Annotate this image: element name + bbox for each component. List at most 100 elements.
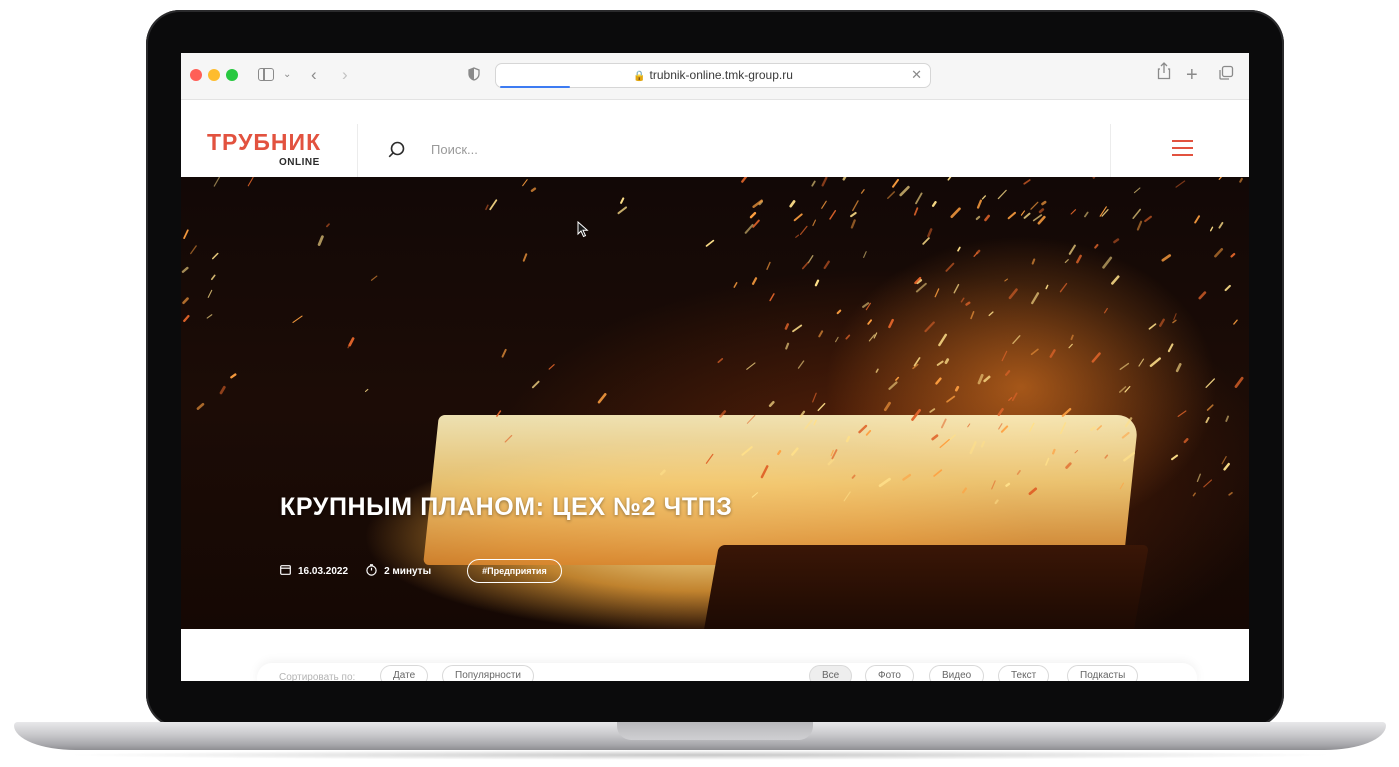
lock-icon: 🔒 (633, 71, 646, 82)
spark (1037, 215, 1046, 225)
share-icon[interactable] (1157, 62, 1171, 86)
spark (181, 266, 189, 273)
spark (219, 385, 226, 395)
spark (929, 408, 936, 413)
spark (843, 491, 851, 502)
article-tag[interactable]: #Предприятия (467, 559, 562, 583)
filter-all-chip[interactable]: Все (809, 665, 853, 681)
sort-by-popularity-chip[interactable]: Популярности (442, 665, 535, 681)
spark (751, 277, 758, 285)
spark (977, 373, 984, 385)
spark (210, 274, 216, 281)
forward-icon[interactable]: › (342, 63, 348, 87)
site-logo[interactable]: ТРУБНИК (207, 129, 321, 156)
chevron-down-icon[interactable]: ⌄ (283, 63, 291, 87)
spark (973, 252, 978, 257)
spark (924, 321, 935, 333)
spark (962, 487, 967, 494)
spark (812, 219, 817, 227)
spark (1172, 319, 1177, 324)
spark (797, 360, 805, 369)
spark (1001, 350, 1008, 362)
spark (1064, 259, 1069, 264)
spark (845, 334, 851, 340)
spark (1224, 284, 1231, 292)
filter-video-chip[interactable]: Видео (929, 665, 985, 681)
close-icon[interactable]: ✕ (911, 67, 922, 83)
spark (845, 435, 851, 443)
spark (1192, 492, 1196, 497)
spark (1223, 462, 1230, 471)
spark (969, 441, 977, 455)
spark (933, 469, 943, 477)
spark (213, 177, 221, 187)
tabs-overview-icon[interactable] (1218, 64, 1234, 88)
spark (1203, 479, 1213, 488)
spark (1205, 416, 1210, 424)
article-title[interactable]: КРУПНЫМ ПЛАНОМ: ЦЕХ №2 ЧТПЗ (280, 493, 733, 522)
spark (1068, 343, 1073, 349)
timer-icon (366, 563, 377, 579)
spark (842, 177, 847, 181)
spark (863, 251, 867, 258)
new-tab-icon[interactable]: + (1186, 63, 1198, 87)
spark (1007, 211, 1017, 220)
spark (830, 449, 834, 457)
spark (1149, 357, 1161, 368)
spark (860, 189, 865, 194)
spark (865, 430, 872, 436)
spark (899, 185, 910, 197)
spark (212, 252, 219, 260)
spark (1161, 254, 1172, 262)
site-header: ТРУБНИК ONLINE (181, 124, 1249, 177)
spark (292, 315, 303, 323)
back-icon[interactable]: ‹ (311, 63, 317, 87)
minimize-window-button[interactable] (208, 69, 220, 81)
spark (976, 199, 983, 209)
spark (960, 297, 965, 303)
spark (954, 385, 960, 392)
spark (1000, 425, 1009, 433)
address-bar[interactable]: 🔒 trubnik-online.tmk-group.ru ✕ (495, 63, 931, 88)
spark (746, 414, 756, 424)
spark (981, 195, 986, 200)
spark (769, 293, 775, 302)
zoom-window-button[interactable] (226, 69, 238, 81)
sort-label: Сортировать по: (279, 672, 356, 681)
close-window-button[interactable] (190, 69, 202, 81)
sort-by-date-chip[interactable]: Дате (380, 665, 429, 681)
spark (988, 311, 994, 317)
spark (965, 301, 971, 306)
spark (1011, 392, 1018, 402)
search-input[interactable] (429, 137, 733, 161)
spark (1101, 209, 1109, 217)
filter-podcasts-chip[interactable]: Подкасты (1067, 665, 1139, 681)
spark (1030, 201, 1039, 210)
spark (1094, 243, 1099, 249)
spark (190, 245, 197, 255)
hero-banner[interactable]: КРУПНЫМ ПЛАНОМ: ЦЕХ №2 ЧТПЗ 16.03.2022 2… (181, 177, 1249, 629)
spark (751, 492, 759, 498)
spark (1119, 482, 1125, 490)
filter-photo-chip[interactable]: Фото (865, 665, 914, 681)
spark (1119, 386, 1127, 393)
spark (183, 314, 190, 322)
spark (950, 207, 961, 219)
spark (867, 319, 872, 325)
shield-icon[interactable] (468, 64, 480, 88)
spark (801, 261, 809, 270)
filter-text-chip[interactable]: Текст (998, 665, 1050, 681)
spark (1183, 438, 1189, 444)
spark (835, 336, 839, 343)
spark (818, 330, 824, 338)
search-icon[interactable] (388, 141, 405, 158)
site-logo-sub: ONLINE (279, 157, 320, 168)
spark (915, 192, 923, 205)
spark (799, 225, 808, 235)
spark (183, 229, 189, 239)
spark (1113, 238, 1120, 244)
hamburger-menu-icon[interactable] (1172, 140, 1193, 156)
sidebar-icon[interactable] (258, 68, 274, 81)
spark (1218, 177, 1223, 180)
spark (1104, 454, 1109, 459)
